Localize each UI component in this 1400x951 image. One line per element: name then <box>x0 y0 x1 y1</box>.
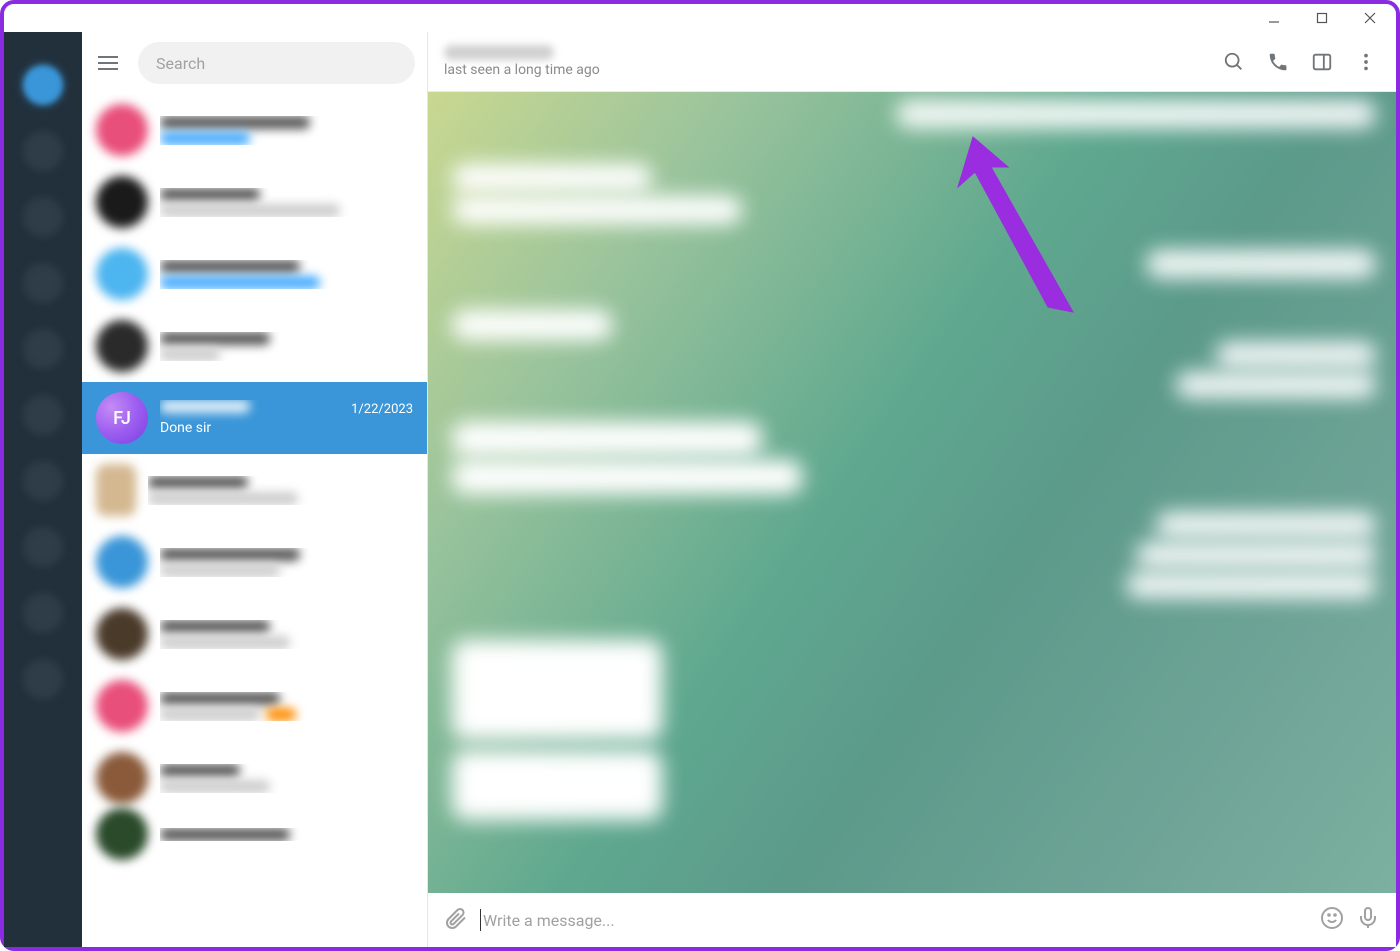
sidebar-panel-icon[interactable] <box>1308 48 1336 76</box>
folder-item[interactable] <box>4 118 82 184</box>
folder-item[interactable] <box>4 580 82 646</box>
phone-icon[interactable] <box>1264 48 1292 76</box>
chat-item[interactable] <box>82 238 427 310</box>
chat-header[interactable]: last seen a long time ago <box>428 32 1396 92</box>
folder-item[interactable] <box>4 646 82 712</box>
chat-item[interactable] <box>82 742 427 814</box>
more-icon[interactable] <box>1352 48 1380 76</box>
search-placeholder: Search <box>156 54 205 73</box>
window-titlebar <box>4 4 1396 32</box>
folder-item[interactable] <box>4 448 82 514</box>
avatar: FJ <box>96 392 148 444</box>
chat-item[interactable] <box>82 814 427 854</box>
chat-item[interactable] <box>82 310 427 382</box>
chat-item[interactable] <box>82 454 427 526</box>
annotation-arrow <box>953 132 1093 336</box>
window-minimize-button[interactable] <box>1256 6 1292 30</box>
folders-sidebar <box>4 32 82 947</box>
attach-icon[interactable] <box>444 906 468 934</box>
folder-item[interactable] <box>4 52 82 118</box>
chat-date: 1/22/2023 <box>351 402 413 417</box>
folder-item[interactable] <box>4 250 82 316</box>
chat-header-name <box>444 45 554 60</box>
window-close-button[interactable] <box>1352 6 1388 30</box>
search-icon[interactable] <box>1220 48 1248 76</box>
microphone-icon[interactable] <box>1356 906 1380 934</box>
folder-item[interactable] <box>4 514 82 580</box>
chat-name <box>160 400 250 413</box>
emoji-icon[interactable] <box>1320 906 1344 934</box>
folder-item[interactable] <box>4 184 82 250</box>
chat-preview: Done sir <box>160 420 413 436</box>
window-maximize-button[interactable] <box>1304 6 1340 30</box>
folder-item[interactable] <box>4 316 82 382</box>
messages-area[interactable] <box>428 92 1396 893</box>
message-input-bar <box>428 893 1396 947</box>
search-input[interactable]: Search <box>138 42 415 84</box>
folder-item[interactable] <box>4 382 82 448</box>
chat-item[interactable] <box>82 670 427 742</box>
chat-area: last seen a long time ago <box>428 32 1396 947</box>
chat-header-status: last seen a long time ago <box>444 62 1220 78</box>
chat-item[interactable] <box>82 526 427 598</box>
text-cursor <box>480 909 481 931</box>
chat-item[interactable] <box>82 598 427 670</box>
chat-item-selected[interactable]: FJ 1/22/2023 Done sir <box>82 382 427 454</box>
chat-item[interactable] <box>82 94 427 166</box>
chat-list-pane: Search <box>82 32 428 947</box>
chat-item[interactable] <box>82 166 427 238</box>
menu-icon[interactable] <box>88 43 128 83</box>
message-input[interactable] <box>483 911 1308 930</box>
